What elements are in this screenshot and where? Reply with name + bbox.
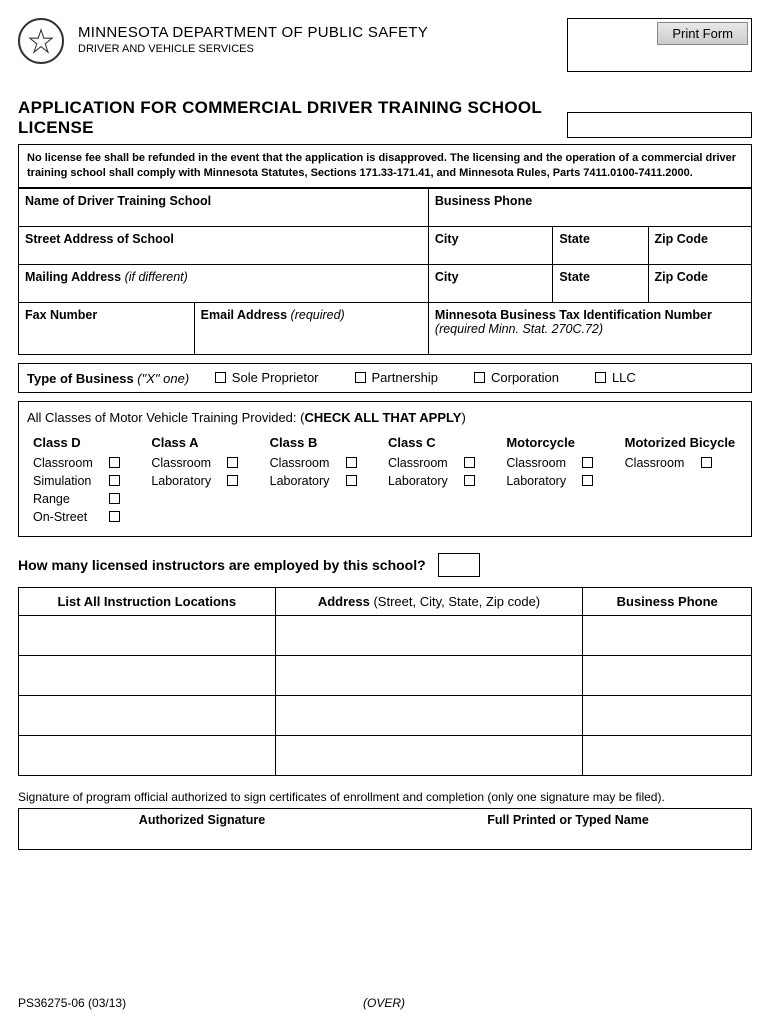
field-zip2[interactable]: Zip Code [655, 270, 708, 284]
checkbox-icon [109, 493, 120, 504]
class-column: Class D Classroom Simulation Range On-Street [33, 435, 151, 528]
field-state[interactable]: State [559, 232, 590, 246]
locations-table: List All Instruction Locations Address (… [18, 587, 752, 776]
checkbox-icon [701, 457, 712, 468]
form-number: PS36275-06 (03/13) [18, 996, 126, 1010]
footer: PS36275-06 (03/13) (OVER) [18, 996, 752, 1010]
location-row[interactable] [19, 695, 752, 735]
email-hint: (required) [287, 308, 345, 322]
field-city[interactable]: City [435, 232, 459, 246]
class-option[interactable]: Classroom [151, 456, 269, 470]
form-title-row: APPLICATION FOR COMMERCIAL DRIVER TRAINI… [18, 98, 752, 138]
class-option[interactable]: Laboratory [151, 474, 269, 488]
checkbox-icon [227, 475, 238, 486]
checkbox-icon [227, 457, 238, 468]
checkbox-icon [355, 372, 366, 383]
mailing-hint: (if different) [121, 270, 188, 284]
field-business-phone[interactable]: Business Phone [435, 194, 532, 208]
location-row[interactable] [19, 735, 752, 775]
class-option[interactable]: Laboratory [506, 474, 624, 488]
checkbox-icon [215, 372, 226, 383]
checkbox-icon [595, 372, 606, 383]
field-street[interactable]: Street Address of School [25, 232, 174, 246]
class-title: Class A [151, 435, 269, 450]
checkbox-icon [464, 475, 475, 486]
field-email[interactable]: Email Address [201, 308, 287, 322]
class-column: Class C Classroom Laboratory [388, 435, 506, 528]
class-option[interactable]: Classroom [33, 456, 151, 470]
class-column: Motorcycle Classroom Laboratory [506, 435, 624, 528]
notice-text: No license fee shall be refunded in the … [18, 144, 752, 188]
checkbox-icon [109, 475, 120, 486]
checkbox-icon [346, 457, 357, 468]
field-fax[interactable]: Fax Number [25, 308, 97, 322]
class-option[interactable]: Classroom [388, 456, 506, 470]
location-row[interactable] [19, 655, 752, 695]
class-option[interactable]: Laboratory [270, 474, 388, 488]
location-row[interactable] [19, 615, 752, 655]
classes-section: All Classes of Motor Vehicle Training Pr… [18, 401, 752, 537]
col-locations: List All Instruction Locations [19, 587, 276, 615]
checkbox-icon [109, 511, 120, 522]
printed-name-label[interactable]: Full Printed or Typed Name [385, 809, 751, 849]
field-city2[interactable]: City [435, 270, 459, 284]
col-phone: Business Phone [583, 587, 752, 615]
checkbox-icon [582, 475, 593, 486]
class-title: Class D [33, 435, 151, 450]
class-title: Motorcycle [506, 435, 624, 450]
class-column: Class B Classroom Laboratory [270, 435, 388, 528]
tob-corporation[interactable]: Corporation [474, 370, 559, 385]
tob-llc[interactable]: LLC [595, 370, 636, 385]
checkbox-icon [109, 457, 120, 468]
print-box: Print Form [567, 18, 752, 72]
title-side-box [567, 112, 752, 138]
class-column: Motorized Bicycle Classroom [625, 435, 743, 528]
class-title: Class B [270, 435, 388, 450]
col-address: Address (Street, City, State, Zip code) [275, 587, 583, 615]
tob-hint: ("X" one) [134, 371, 189, 386]
form-title: APPLICATION FOR COMMERCIAL DRIVER TRAINI… [18, 98, 567, 138]
header: MINNESOTA DEPARTMENT OF PUBLIC SAFETY DR… [18, 18, 752, 72]
field-zip[interactable]: Zip Code [655, 232, 708, 246]
signature-note: Signature of program official authorized… [18, 790, 752, 804]
authorized-signature-label[interactable]: Authorized Signature [19, 809, 385, 849]
checkbox-icon [464, 457, 475, 468]
class-option[interactable]: Classroom [506, 456, 624, 470]
class-option[interactable]: Classroom [625, 456, 743, 470]
instructor-count-input[interactable] [438, 553, 480, 577]
info-grid: Name of Driver Training School Business … [18, 188, 752, 355]
class-option[interactable]: Classroom [270, 456, 388, 470]
print-form-button[interactable]: Print Form [657, 22, 748, 45]
class-column: Class A Classroom Laboratory [151, 435, 269, 528]
checkbox-icon [582, 457, 593, 468]
field-tax-id[interactable]: Minnesota Business Tax Identification Nu… [435, 308, 712, 322]
class-option[interactable]: Range [33, 492, 151, 506]
class-option[interactable]: Simulation [33, 474, 151, 488]
instructor-question: How many licensed instructors are employ… [18, 553, 752, 577]
department-title: MINNESOTA DEPARTMENT OF PUBLIC SAFETY [78, 24, 553, 41]
over-indicator: (OVER) [363, 996, 405, 1010]
type-of-business-section: Type of Business ("X" one) Sole Propriet… [18, 363, 752, 393]
class-title: Motorized Bicycle [625, 435, 743, 450]
field-state2[interactable]: State [559, 270, 590, 284]
tax-hint: (required Minn. Stat. 270C.72) [435, 322, 603, 336]
class-option[interactable]: On-Street [33, 510, 151, 524]
field-mailing[interactable]: Mailing Address [25, 270, 121, 284]
checkbox-icon [346, 475, 357, 486]
field-school-name[interactable]: Name of Driver Training School [25, 194, 211, 208]
tob-label: Type of Business [27, 371, 134, 386]
classes-header: All Classes of Motor Vehicle Training Pr… [27, 410, 743, 425]
class-option[interactable]: Laboratory [388, 474, 506, 488]
tob-sole-proprietor[interactable]: Sole Proprietor [215, 370, 319, 385]
division-title: DRIVER AND VEHICLE SERVICES [78, 43, 553, 55]
state-seal-icon [18, 18, 64, 64]
signature-box: Authorized Signature Full Printed or Typ… [18, 808, 752, 850]
checkbox-icon [474, 372, 485, 383]
class-title: Class C [388, 435, 506, 450]
department-block: MINNESOTA DEPARTMENT OF PUBLIC SAFETY DR… [78, 18, 553, 55]
tob-partnership[interactable]: Partnership [355, 370, 438, 385]
